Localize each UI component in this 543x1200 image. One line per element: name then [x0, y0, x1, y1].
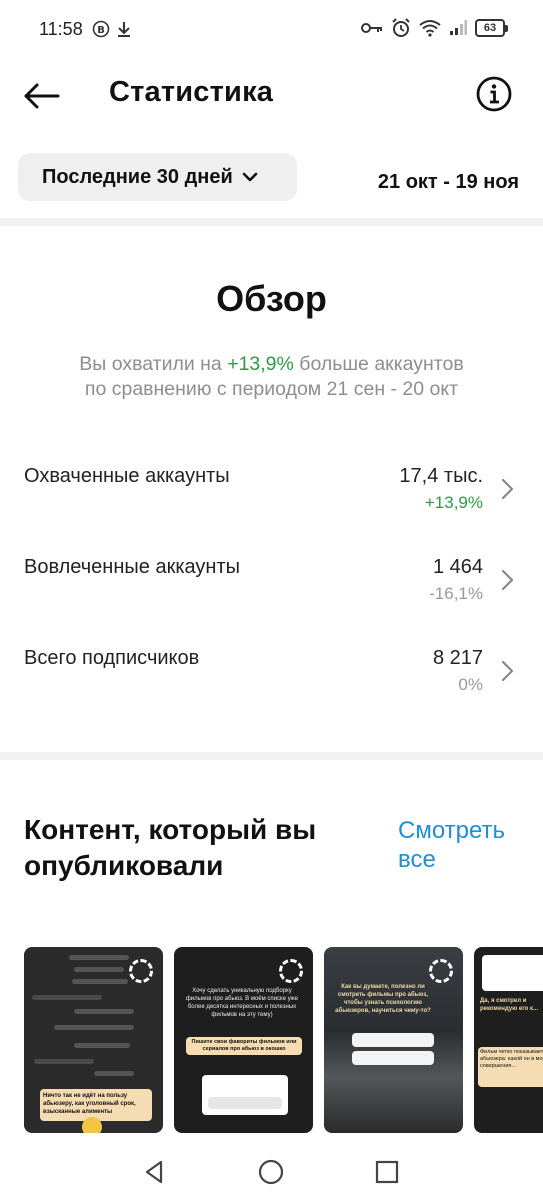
content-thumbnail[interactable]: Ничто так не идёт на пользу абьюзеру, ка… [24, 947, 163, 1133]
chat-bubble [32, 995, 102, 1000]
metric-label: Всего подписчиков [24, 647, 200, 669]
chat-bubble [94, 1071, 134, 1076]
wifi-icon [419, 20, 441, 37]
chevron-right-icon [501, 569, 514, 591]
question-input [208, 1097, 282, 1109]
status-left-icons: B [92, 20, 132, 38]
battery-icon: 63 [475, 19, 508, 37]
thumbnail-caption: Фильм четко показывает абьюзера: какой о… [478, 1047, 543, 1087]
chat-bubble [34, 1059, 94, 1064]
chat-bubble [74, 967, 124, 972]
section-divider [0, 752, 543, 760]
poll-option [352, 1033, 434, 1047]
metric-label: Охваченные аккаунты [24, 465, 230, 487]
alarm-icon [392, 18, 410, 37]
metric-label: Вовлеченные аккаунты [24, 556, 240, 578]
content-thumbnails: Ничто так не идёт на пользу абьюзеру, ка… [24, 947, 543, 1133]
chat-bubble [54, 1025, 134, 1030]
metric-delta: 0% [458, 675, 483, 694]
summary-suffix: больше аккаунтов [293, 353, 464, 375]
chat-bubble [72, 979, 128, 984]
content-section-title: Контент, который вы опубликовали [24, 814, 317, 881]
metric-row-followers[interactable]: Всего подписчиков 8 217 0% [0, 647, 543, 717]
summary-comparison: по сравнению с периодом 21 сен - 20 окт [84, 378, 459, 400]
content-thumbnail[interactable]: Как вы думаете, полезно ли смотреть филь… [324, 947, 463, 1133]
thumbnail-caption: Ничто так не идёт на пользу абьюзеру, ка… [40, 1089, 152, 1121]
date-range-dropdown[interactable]: Последние 30 дней [18, 153, 297, 201]
chevron-right-icon [501, 660, 514, 682]
status-bar: 11:58 B 63 [0, 0, 543, 62]
see-all-link[interactable]: Смотреть все [398, 816, 518, 874]
overview-summary: Вы охватили на +13,9% больше аккаунтов п… [0, 352, 543, 402]
section-divider [0, 218, 543, 226]
metric-delta: -16,1% [429, 584, 483, 603]
chevron-right-icon [501, 478, 514, 500]
status-right-icons: 63 [361, 18, 508, 38]
metric-delta: +13,9% [424, 493, 483, 512]
svg-text:B: B [97, 25, 105, 36]
b-coin-icon: B [92, 20, 110, 38]
date-range-dates: 21 окт - 19 ноя [377, 171, 519, 193]
metric-row-reached[interactable]: Охваченные аккаунты 17,4 тыс. +13,9% [0, 465, 543, 535]
thumbnail-caption: Хочу сделать уникальную подборку фильмов… [185, 988, 299, 1018]
page-title: Статистика [109, 76, 274, 108]
overview-title: Обзор [216, 278, 327, 319]
thumbnail-caption: Пишите свои фавориты фильмов или сериало… [186, 1037, 302, 1055]
key-icon [361, 23, 382, 33]
story-ring-icon [129, 959, 153, 983]
content-thumbnail[interactable]: Да, я смотрел и рекомендую его к... Филь… [474, 947, 543, 1133]
square-recents-icon[interactable] [373, 1158, 401, 1186]
question-box [202, 1075, 288, 1115]
chevron-down-icon [242, 172, 258, 182]
chat-bubble [74, 1009, 134, 1014]
reply-box [482, 955, 543, 991]
status-time: 11:58 [39, 19, 83, 39]
content-thumbnail[interactable]: Хочу сделать уникальную подборку фильмов… [174, 947, 313, 1133]
chat-bubble [74, 1043, 130, 1048]
chat-bubble [69, 955, 129, 960]
poll-option [352, 1051, 434, 1065]
story-ring-icon [429, 959, 453, 983]
story-ring-icon [279, 959, 303, 983]
emoji-icon [82, 1117, 102, 1133]
app-header: Статистика [0, 62, 543, 132]
metric-row-engaged[interactable]: Вовлеченные аккаунты 1 464 -16,1% [0, 556, 543, 626]
summary-delta: +13,9% [227, 353, 294, 375]
signal-icon [450, 20, 467, 35]
thumbnail-caption: Как вы думаете, полезно ли смотреть филь… [335, 984, 431, 1014]
metric-value: 17,4 тыс. [399, 465, 483, 487]
info-icon[interactable] [474, 74, 514, 114]
triangle-back-icon[interactable] [141, 1158, 169, 1186]
circle-home-icon[interactable] [257, 1158, 285, 1186]
system-nav-bar [0, 1140, 543, 1200]
download-icon [118, 22, 130, 37]
metric-value: 1 464 [432, 556, 483, 578]
metric-value: 8 217 [432, 647, 483, 669]
thumbnail-caption: Да, я смотрел и рекомендую его к... [480, 998, 539, 1012]
back-arrow-icon[interactable] [22, 78, 62, 114]
summary-prefix: Вы охватили на [79, 353, 228, 375]
date-range-label: Последние 30 дней [42, 165, 233, 188]
